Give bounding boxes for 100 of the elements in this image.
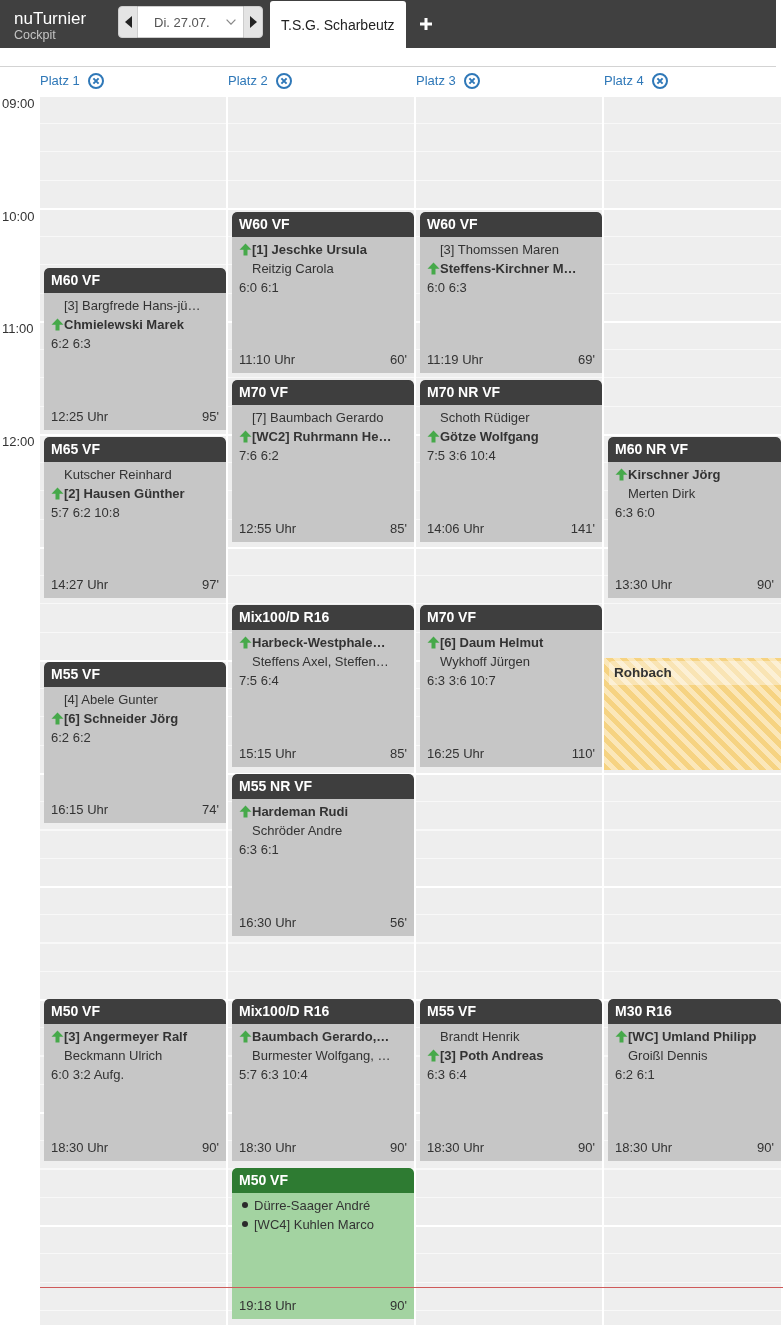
match-duration: 110' <box>571 745 595 763</box>
match-category: M70 VF <box>232 380 414 406</box>
match-card[interactable]: M65 VF Kutscher Reinhard [2] Hausen Günther 5:7 6:2 10:8 14:27 Uhr 97' <box>44 436 226 599</box>
player-name: Schoth Rüdiger <box>440 409 530 428</box>
match-time: 12:25 Uhr <box>51 407 109 426</box>
match-card[interactable]: M55 VF [4] Abele Gunter [6] Schneider Jörg 6:2 6:2 16:15 Uhr 74' <box>44 661 226 824</box>
player-name: Merten Dirk <box>628 484 696 503</box>
bullet-icon <box>242 1202 248 1209</box>
match-category: M50 VF <box>44 999 226 1024</box>
match-time: 16:25 Uhr <box>427 745 485 763</box>
court-link[interactable]: Platz 2 <box>228 73 268 89</box>
player-name: Schröder Andre <box>252 822 343 840</box>
previous-day-button[interactable] <box>118 6 138 38</box>
player-name: [3] Angermeyer Ralf <box>64 1028 188 1046</box>
match-duration: 85' <box>390 520 407 538</box>
match-score: 6:3 6:0 <box>615 503 655 522</box>
match-card[interactable]: M70 VF [6] Daum Helmut Wykhoff Jürgen 6:3 3:6 10:7 16:25 Uhr 110' <box>420 605 602 767</box>
player-name: [1] Jeschke Ursula <box>252 240 367 259</box>
match-score: 5:7 6:3 10:4 <box>239 1066 308 1084</box>
match-duration: 90' <box>202 1138 219 1157</box>
app-name: nuTurnier <box>14 9 88 28</box>
match-duration: 90' <box>757 576 774 595</box>
player-name: [6] Daum Helmut <box>440 634 544 653</box>
player-name: Burmester Wolfgang, … <box>252 1047 391 1065</box>
player-name: [WC] Umland Philipp <box>628 1028 757 1046</box>
match-time: 12:55 Uhr <box>239 520 297 538</box>
time-label: 10:00 <box>1 207 36 226</box>
match-score: 6:2 6:3 <box>51 334 91 353</box>
time-label: 11:00 <box>1 320 35 338</box>
match-score: 6:2 6:1 <box>615 1066 655 1084</box>
court-link[interactable]: Platz 3 <box>416 73 456 89</box>
chevron-down-icon <box>226 19 236 25</box>
tab[interactable]: T.S.G. Scharbeutz <box>270 1 406 48</box>
close-icon[interactable] <box>651 73 668 89</box>
match-card[interactable]: M55 NR VF Hardeman Rudi Schröder Andre 6:3 6:1 16:30 Uhr 56' <box>232 774 414 936</box>
close-icon[interactable] <box>463 73 480 89</box>
match-time: 15:15 Uhr <box>239 745 297 763</box>
date-select[interactable]: Di. 27.07. <box>138 6 243 38</box>
time-label: 12:00 <box>1 432 36 451</box>
player-name: [3] Thomssen Maren <box>440 240 559 259</box>
player-name: [2] Hausen Günther <box>64 484 185 503</box>
match-category: M65 VF <box>44 436 226 462</box>
court-link[interactable]: Platz 1 <box>40 73 80 89</box>
match-time: 11:10 Uhr <box>239 351 296 370</box>
add-tab-button[interactable] <box>419 18 432 30</box>
match-score: 6:0 3:2 Aufg. <box>51 1066 124 1084</box>
match-card[interactable]: M50 VF [3] Angermeyer Ralf Beckmann Ulrich 6:0 3:2 Aufg. 18:30 Uhr 90' <box>44 999 226 1161</box>
blocked-slot-title: Rohbach <box>609 660 781 685</box>
match-category: M55 VF <box>420 999 602 1024</box>
time-label: 09:00 <box>1 95 36 113</box>
next-day-button[interactable] <box>243 6 263 38</box>
player-name: Hardeman Rudi <box>252 803 349 821</box>
up-arrow-icon <box>615 1030 628 1043</box>
player-name: [WC2] Ruhrmann He… <box>252 428 392 447</box>
close-icon[interactable] <box>275 73 292 89</box>
match-duration: 97' <box>202 576 219 595</box>
court-link[interactable]: Platz 4 <box>604 73 644 89</box>
match-card[interactable]: Mix100/D R16 Harbeck-Westphale… Steffens Axel, Steffen… 7:5 6:4 15:15 Uhr 85' <box>232 605 414 767</box>
match-score: 6:3 3:6 10:7 <box>427 672 496 691</box>
match-duration: 90' <box>390 1297 407 1316</box>
up-arrow-icon <box>51 1030 64 1043</box>
match-card[interactable]: M30 R16 [WC] Umland Philipp Groißl Dennis 6:2 6:1 18:30 Uhr 90' <box>608 999 781 1161</box>
player-name: Wykhoff Jürgen <box>440 653 530 672</box>
match-card[interactable]: M55 VF Brandt Henrik [3] Poth Andreas 6:3 6:4 18:30 Uhr 90' <box>420 999 602 1161</box>
player-name: Kutscher Reinhard <box>64 465 172 484</box>
player-name: [3] Poth Andreas <box>440 1047 544 1065</box>
triangle-left-icon <box>124 16 132 28</box>
match-duration: 85' <box>390 745 407 763</box>
player-name: Beckmann Ulrich <box>64 1047 163 1065</box>
player-name: [WC4] Kuhlen Marco <box>254 1215 374 1234</box>
match-time: 18:30 Uhr <box>51 1138 109 1157</box>
match-duration: 90' <box>390 1138 407 1157</box>
match-time: 16:15 Uhr <box>51 801 109 820</box>
match-category: M60 VF <box>44 267 226 293</box>
up-arrow-icon <box>615 467 628 481</box>
match-time: 18:30 Uhr <box>615 1138 673 1157</box>
player-name: Steffens-Kirchner M… <box>440 259 577 278</box>
match-score: 6:3 6:1 <box>239 841 279 859</box>
match-duration: 95' <box>202 407 219 426</box>
match-time: 11:19 Uhr <box>427 351 484 370</box>
scheduled-match-card[interactable]: M50 VF Dürre-Saager André [WC4] Kuhlen Marco 19:18 Uhr 90' <box>232 1167 414 1320</box>
player-name: Götze Wolfgang <box>440 428 539 447</box>
match-card[interactable]: Mix100/D R16 Baumbach Gerardo,… Burmester Wolfgang, … 5:7 6:3 10:4 18:30 Uhr 90' <box>232 999 414 1161</box>
match-time: 18:30 Uhr <box>239 1138 297 1157</box>
up-arrow-icon <box>427 430 440 444</box>
match-score: 6:2 6:2 <box>51 728 91 747</box>
match-card[interactable]: W60 VF [1] Jeschke Ursula Reitzig Carola 6:0 6:1 11:10 Uhr 60' <box>232 211 414 374</box>
player-name: Brandt Henrik <box>440 1028 520 1046</box>
match-card[interactable]: M70 NR VF Schoth Rüdiger Götze Wolfgang 7:5 3:6 10:4 14:06 Uhr 141' <box>420 380 602 542</box>
match-time: 18:30 Uhr <box>427 1138 485 1157</box>
player-name: Kirschner Jörg <box>628 465 721 484</box>
close-icon[interactable] <box>87 73 104 89</box>
match-card[interactable]: M60 NR VF Kirschner Jörg Merten Dirk 6:3 6:0 13:30 Uhr 90' <box>608 436 781 599</box>
match-score: 6:3 6:4 <box>427 1066 467 1084</box>
match-category: Mix100/D R16 <box>232 999 414 1024</box>
match-time: 14:27 Uhr <box>51 576 109 595</box>
match-card[interactable]: M70 VF [7] Baumbach Gerardo [WC2] Ruhrmann He… 7:6 6:2 12:55 Uhr 85' <box>232 380 414 542</box>
match-duration: 56' <box>390 913 407 932</box>
match-card[interactable]: M60 VF [3] Bargfrede Hans-jü… Chmielewski Marek 6:2 6:3 12:25 Uhr 95' <box>44 267 226 430</box>
match-card[interactable]: W60 VF [3] Thomssen Maren Steffens-Kirchner M… 6:0 6:3 11:19 Uhr 69' <box>420 211 602 374</box>
